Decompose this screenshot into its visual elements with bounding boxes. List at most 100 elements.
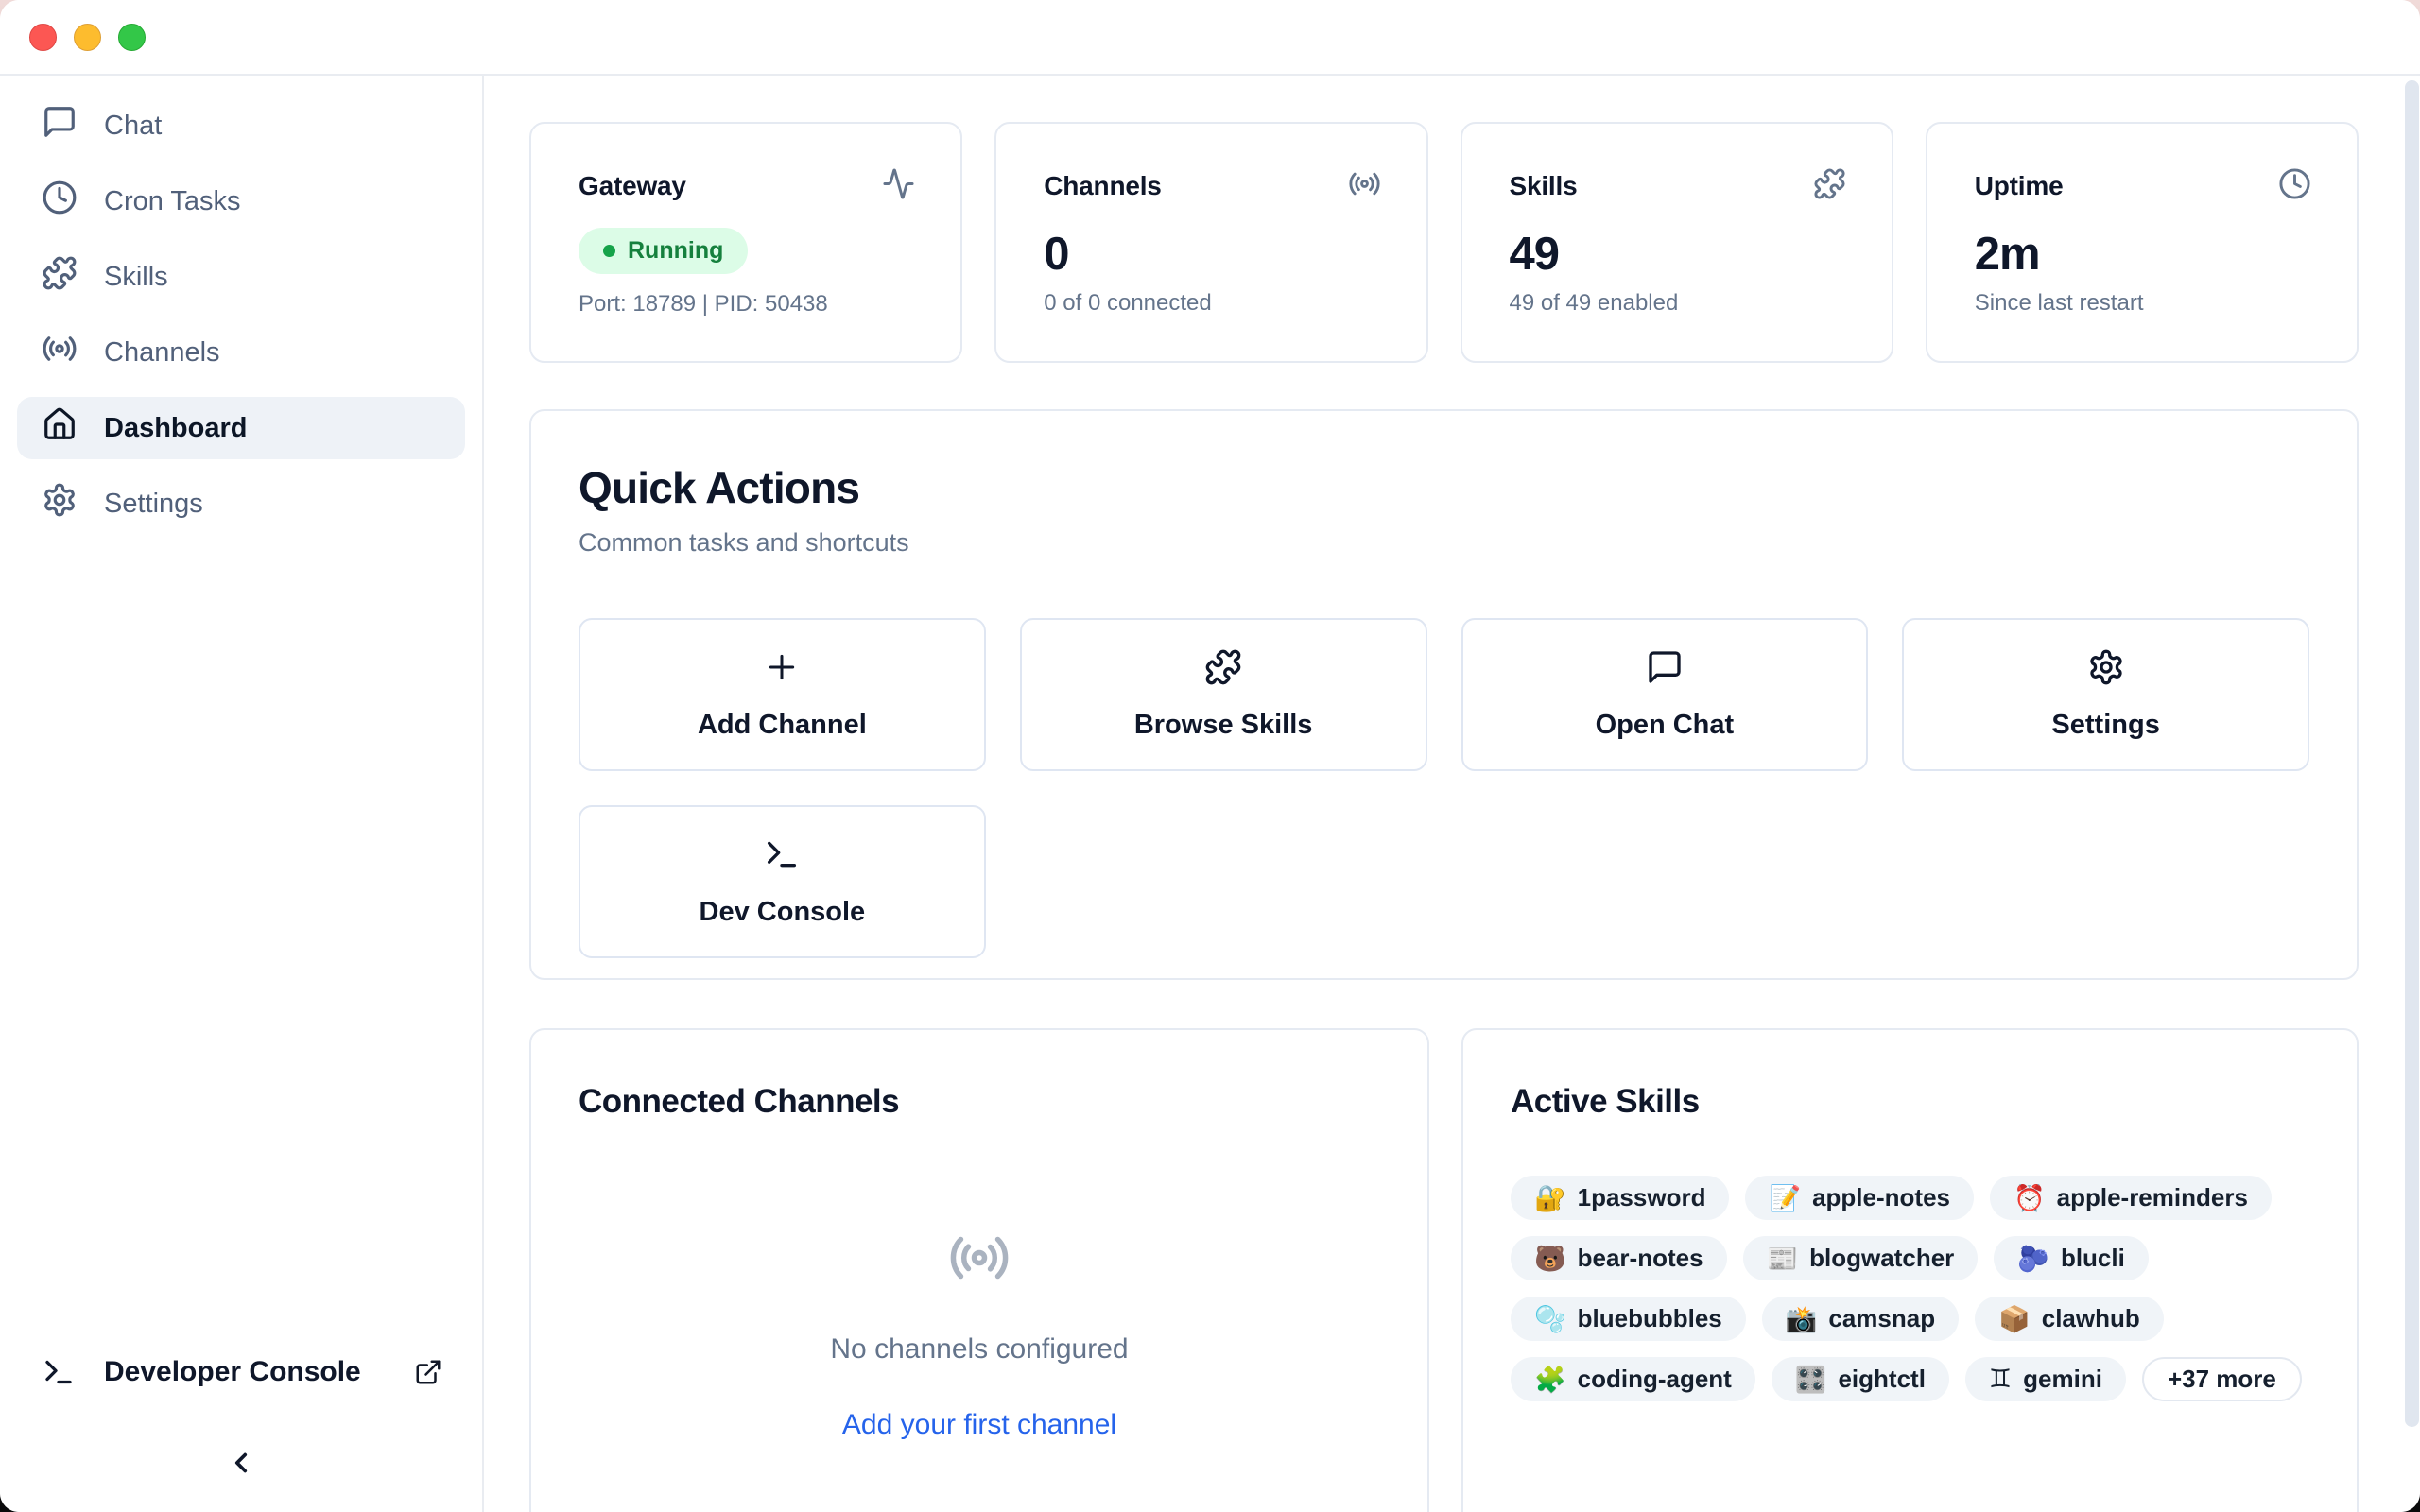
skill-chip-apple-notes[interactable]: 📝apple-notes [1745, 1176, 1974, 1220]
radio-icon [1348, 167, 1381, 205]
uptime-card: Uptime 2m Since last restart [1926, 122, 2359, 363]
home-icon [42, 406, 78, 450]
collapse-sidebar-button[interactable] [0, 1447, 482, 1484]
status-dot [603, 245, 615, 257]
blueberries-emoji: 🫐 [2017, 1244, 2049, 1274]
desktop-background: Chat Cron Tasks Skills Channels [0, 0, 2420, 1512]
sidebar-item-label: Settings [104, 489, 203, 520]
close-window-button[interactable] [29, 24, 57, 51]
window-titlebar[interactable] [0, 0, 2420, 76]
more-skills-chip[interactable]: +37 more [2142, 1357, 2302, 1401]
sidebar-item-dashboard[interactable]: Dashboard [17, 397, 465, 459]
sidebar-item-cron-tasks[interactable]: Cron Tasks [17, 170, 465, 232]
active-skills-panel: Active Skills 🔐1password 📝apple-notes ⏰a… [1461, 1028, 2359, 1512]
add-channel-button[interactable]: Add Channel [579, 618, 986, 771]
stats-row: Gateway Running Port: 18789 | PID: 50438… [529, 122, 2359, 363]
clock-icon [2278, 167, 2311, 205]
alarm-clock-emoji: ⏰ [2014, 1183, 2046, 1213]
dev-console-button[interactable]: Dev Console [579, 805, 986, 958]
control-knobs-emoji: 🎛️ [1795, 1365, 1827, 1395]
gateway-card-title: Gateway [579, 171, 686, 201]
developer-console-label: Developer Console [104, 1356, 414, 1388]
settings-button[interactable]: Settings [1902, 618, 2309, 771]
bottom-row: Connected Channels No channels configure… [529, 1028, 2359, 1512]
channels-count: 0 [1044, 228, 1380, 281]
active-skills-title: Active Skills [1511, 1083, 2309, 1121]
plus-icon [763, 648, 801, 691]
vertical-scrollbar-thumb[interactable] [2405, 80, 2419, 1427]
developer-console-link[interactable]: Developer Console [42, 1346, 442, 1399]
camera-flash-emoji: 📸 [1786, 1304, 1818, 1334]
channels-card-title: Channels [1044, 171, 1161, 201]
skills-subtext: 49 of 49 enabled [1510, 290, 1846, 317]
skill-chips: 🔐1password 📝apple-notes ⏰apple-reminders… [1511, 1176, 2309, 1401]
skill-chip-apple-reminders[interactable]: ⏰apple-reminders [1990, 1176, 2272, 1220]
add-channel-label: Add Channel [698, 710, 867, 741]
skill-chip-blogwatcher[interactable]: 📰blogwatcher [1743, 1236, 1979, 1280]
sidebar-item-label: Chat [104, 111, 162, 142]
radio-icon [42, 331, 78, 374]
sidebar-item-channels[interactable]: Channels [17, 321, 465, 384]
zoom-window-button[interactable] [118, 24, 146, 51]
skill-chip-gemini[interactable]: ♊gemini [1965, 1357, 2126, 1401]
quick-actions-title: Quick Actions [579, 462, 2309, 513]
gateway-card: Gateway Running Port: 18789 | PID: 50438 [529, 122, 962, 363]
terminal-icon [763, 835, 801, 878]
skills-card-title: Skills [1510, 171, 1578, 201]
minimize-window-button[interactable] [74, 24, 101, 51]
uptime-card-title: Uptime [1975, 171, 2064, 201]
channels-subtext: 0 of 0 connected [1044, 290, 1380, 317]
sidebar-nav: Chat Cron Tasks Skills Channels [0, 76, 482, 535]
channels-card: Channels 0 0 of 0 connected [994, 122, 1427, 363]
open-chat-label: Open Chat [1596, 710, 1735, 741]
gear-icon [2087, 648, 2125, 691]
dev-console-label: Dev Console [700, 897, 866, 928]
message-square-icon [42, 104, 78, 147]
skill-chip-bear-notes[interactable]: 🐻bear-notes [1511, 1236, 1727, 1280]
newspaper-emoji: 📰 [1767, 1244, 1799, 1274]
sidebar-item-skills[interactable]: Skills [17, 246, 465, 308]
package-emoji: 📦 [1998, 1304, 2031, 1334]
open-chat-button[interactable]: Open Chat [1461, 618, 1869, 771]
uptime-subtext: Since last restart [1975, 290, 2311, 317]
skill-chip-camsnap[interactable]: 📸camsnap [1762, 1297, 1959, 1341]
skills-card: Skills 49 49 of 49 enabled [1461, 122, 1893, 363]
bear-emoji: 🐻 [1534, 1244, 1566, 1274]
puzzle-icon [1813, 167, 1846, 205]
radio-icon [948, 1121, 1011, 1294]
sidebar-item-label: Dashboard [104, 413, 247, 444]
skill-chip-1password[interactable]: 🔐1password [1511, 1176, 1729, 1220]
gateway-status-badge: Running [579, 228, 748, 274]
skill-chip-eightctl[interactable]: 🎛️eightctl [1772, 1357, 1949, 1401]
no-channels-text: No channels configured [830, 1333, 1128, 1366]
sidebar-item-label: Cron Tasks [104, 186, 241, 217]
connected-channels-title: Connected Channels [579, 1083, 1380, 1121]
memo-emoji: 📝 [1769, 1183, 1801, 1213]
clock-icon [42, 180, 78, 223]
sidebar-item-label: Channels [104, 337, 220, 369]
gateway-status-label: Running [628, 237, 723, 265]
skill-chip-bluebubbles[interactable]: 🫧bluebubbles [1511, 1297, 1746, 1341]
add-first-channel-link[interactable]: Add your first channel [842, 1409, 1116, 1441]
puzzle-piece-emoji: 🧩 [1534, 1365, 1566, 1395]
main-content: Gateway Running Port: 18789 | PID: 50438… [486, 76, 2420, 1512]
skill-chip-blucli[interactable]: 🫐blucli [1994, 1236, 2149, 1280]
channels-empty-state: No channels configured Add your first ch… [579, 1121, 1380, 1441]
uptime-value: 2m [1975, 228, 2311, 281]
sidebar-item-chat[interactable]: Chat [17, 94, 465, 157]
puzzle-icon [1204, 648, 1242, 691]
app-window: Chat Cron Tasks Skills Channels [0, 0, 2420, 1512]
chevron-left-icon [225, 1447, 257, 1484]
sidebar-item-settings[interactable]: Settings [17, 472, 465, 535]
skill-chip-coding-agent[interactable]: 🧩coding-agent [1511, 1357, 1755, 1401]
gear-icon [42, 482, 78, 525]
gateway-port-pid: Port: 18789 | PID: 50438 [579, 291, 915, 318]
bubbles-emoji: 🫧 [1534, 1304, 1566, 1334]
quick-actions-panel: Quick Actions Common tasks and shortcuts… [529, 409, 2359, 980]
connected-channels-panel: Connected Channels No channels configure… [529, 1028, 1429, 1512]
terminal-icon [42, 1355, 76, 1389]
external-link-icon [414, 1358, 442, 1386]
browse-skills-button[interactable]: Browse Skills [1020, 618, 1427, 771]
skills-count: 49 [1510, 228, 1846, 281]
skill-chip-clawhub[interactable]: 📦clawhub [1975, 1297, 2164, 1341]
